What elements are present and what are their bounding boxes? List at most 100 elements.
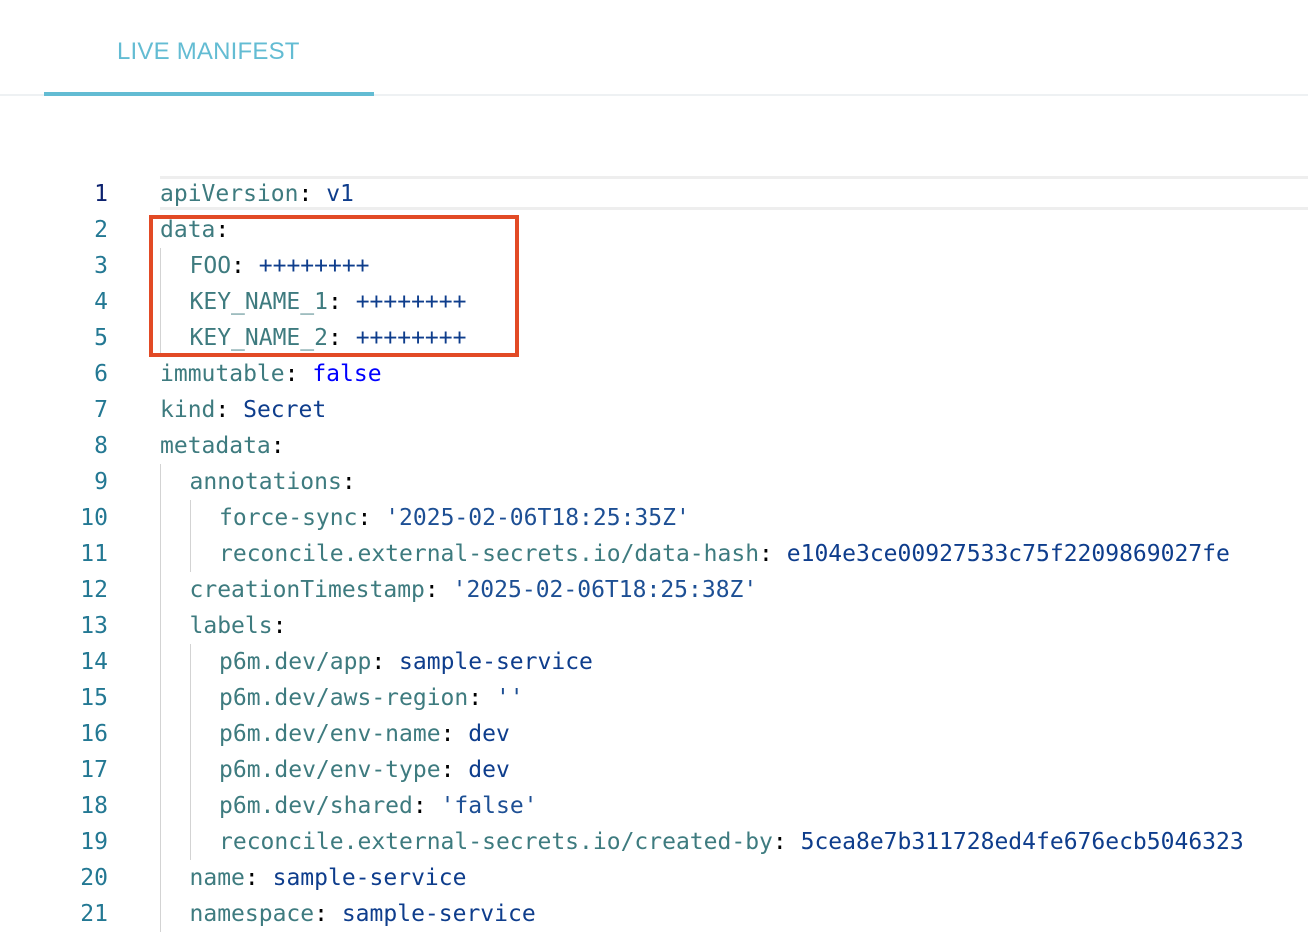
yaml-key: KEY_NAME_2 — [189, 325, 328, 351]
yaml-key: reconcile.external-secrets.io/data-hash — [219, 541, 760, 567]
yaml-colon: : — [357, 505, 386, 531]
line-content: kind: Secret — [160, 392, 326, 428]
code-line[interactable]: 1 apiVersion: v1 — [0, 176, 1308, 212]
indent-guide — [160, 752, 190, 788]
code-lines: 1 apiVersion: v1 2 data: 3 FOO: ++++++++ 4 KEY_… — [0, 176, 1308, 932]
code-line[interactable]: 3 FOO: ++++++++ — [0, 248, 1308, 284]
line-content: metadata: — [160, 428, 285, 464]
yaml-key: namespace — [189, 901, 315, 927]
yaml-key: metadata — [160, 433, 271, 459]
indent-guide — [160, 788, 190, 824]
code-line[interactable]: 14 p6m.dev/app: sample-service — [0, 644, 1308, 680]
code-line[interactable]: 17 p6m.dev/env-type: dev — [0, 752, 1308, 788]
yaml-value: '2025-02-06T18:25:38Z' — [452, 577, 758, 603]
line-content: labels: — [160, 608, 286, 644]
yaml-value: '' — [495, 685, 524, 711]
yaml-key: p6m.dev/app — [219, 649, 372, 675]
line-number: 14 — [80, 649, 108, 675]
line-content: name: sample-service — [160, 860, 466, 896]
code-line[interactable]: 20 name: sample-service — [0, 860, 1308, 896]
yaml-editor[interactable]: 1 apiVersion: v1 2 data: 3 FOO: ++++++++ 4 KEY_… — [0, 98, 1308, 938]
yaml-colon: : — [314, 901, 342, 927]
line-number: 8 — [94, 433, 108, 459]
code-line[interactable]: 16 p6m.dev/env-name: dev — [0, 716, 1308, 752]
yaml-value: v1 — [326, 181, 354, 207]
yaml-colon: : — [440, 721, 469, 747]
line-number: 1 — [94, 181, 108, 207]
code-line[interactable]: 13 labels: — [0, 608, 1308, 644]
line-number: 9 — [94, 469, 108, 495]
yaml-colon: : — [424, 577, 453, 603]
line-number: 13 — [80, 613, 108, 639]
line-content: FOO: ++++++++ — [160, 248, 370, 284]
yaml-colon: : — [244, 865, 273, 891]
code-line[interactable]: 9 annotations: — [0, 464, 1308, 500]
indent-guide — [160, 824, 190, 860]
indent-guide — [160, 644, 190, 680]
code-line[interactable]: 18 p6m.dev/shared: 'false' — [0, 788, 1308, 824]
indent-guide — [160, 896, 190, 932]
yaml-key: immutable — [160, 361, 285, 387]
yaml-colon: : — [231, 253, 259, 279]
yaml-key: p6m.dev/env-name — [219, 721, 441, 747]
indent-guide — [189, 680, 220, 716]
yaml-key: p6m.dev/aws-region — [219, 685, 469, 711]
code-line[interactable]: 4 KEY_NAME_1: ++++++++ — [0, 284, 1308, 320]
yaml-value: 'false' — [440, 793, 538, 819]
line-number: 2 — [94, 217, 108, 243]
yaml-key: p6m.dev/env-type — [219, 757, 441, 783]
yaml-value: sample-service — [272, 865, 467, 891]
indent-guide — [160, 320, 190, 356]
line-number: 4 — [94, 289, 108, 315]
line-content: data: — [160, 212, 229, 248]
line-number: 18 — [80, 793, 108, 819]
tab-bar: LIVE MANIFEST — [0, 0, 1308, 96]
yaml-colon: : — [412, 793, 441, 819]
yaml-key: KEY_NAME_1 — [189, 289, 328, 315]
line-number: 15 — [80, 685, 108, 711]
yaml-colon: : — [270, 433, 285, 459]
code-line[interactable]: 8 metadata: — [0, 428, 1308, 464]
yaml-colon: : — [327, 289, 356, 315]
yaml-value: 5cea8e7b311728ed4fe676ecb5046323 — [800, 829, 1244, 855]
yaml-value: false — [312, 361, 382, 387]
line-number: 7 — [94, 397, 108, 423]
yaml-colon: : — [772, 829, 801, 855]
indent-guide — [160, 860, 190, 896]
yaml-colon: : — [215, 397, 244, 423]
tab-live-manifest[interactable]: LIVE MANIFEST — [44, 0, 374, 96]
yaml-key: annotations — [189, 469, 342, 495]
yaml-key: labels — [189, 613, 273, 639]
line-content: creationTimestamp: '2025-02-06T18:25:38Z… — [160, 572, 757, 608]
code-line[interactable]: 7 kind: Secret — [0, 392, 1308, 428]
yaml-key: force-sync — [219, 505, 358, 531]
yaml-value: ++++++++ — [258, 253, 370, 279]
yaml-key: p6m.dev/shared — [219, 793, 413, 819]
line-number: 21 — [80, 901, 108, 927]
line-content: KEY_NAME_2: ++++++++ — [160, 320, 466, 356]
yaml-colon: : — [284, 361, 313, 387]
line-content: p6m.dev/shared: 'false' — [160, 788, 538, 824]
yaml-value: dev — [468, 757, 510, 783]
line-number: 3 — [94, 253, 108, 279]
code-line[interactable]: 12 creationTimestamp: '2025-02-06T18:25:3… — [0, 572, 1308, 608]
code-line[interactable]: 15 p6m.dev/aws-region: '' — [0, 680, 1308, 716]
indent-guide — [189, 716, 220, 752]
indent-guide — [160, 464, 190, 500]
code-line[interactable]: 5 KEY_NAME_2: ++++++++ — [0, 320, 1308, 356]
code-line[interactable]: 19 reconcile.external-secrets.io/created-… — [0, 824, 1308, 860]
code-line[interactable]: 10 force-sync: '2025-02-06T18:25:35Z' — [0, 500, 1308, 536]
code-line[interactable]: 2 data: — [0, 212, 1308, 248]
indent-guide — [160, 248, 190, 284]
code-line[interactable]: 21 namespace: sample-service — [0, 896, 1308, 932]
yaml-key: reconcile.external-secrets.io/created-by — [219, 829, 773, 855]
code-line[interactable]: 11 reconcile.external-secrets.io/data-has… — [0, 536, 1308, 572]
tab-live-manifest-label: LIVE MANIFEST — [117, 38, 300, 65]
line-number: 10 — [80, 505, 108, 531]
indent-guide — [160, 680, 190, 716]
yaml-colon: : — [215, 217, 230, 243]
code-line[interactable]: 6 immutable: false — [0, 356, 1308, 392]
line-number: 19 — [80, 829, 108, 855]
yaml-value: sample-service — [341, 901, 536, 927]
line-content: reconcile.external-secrets.io/data-hash:… — [160, 536, 1230, 572]
